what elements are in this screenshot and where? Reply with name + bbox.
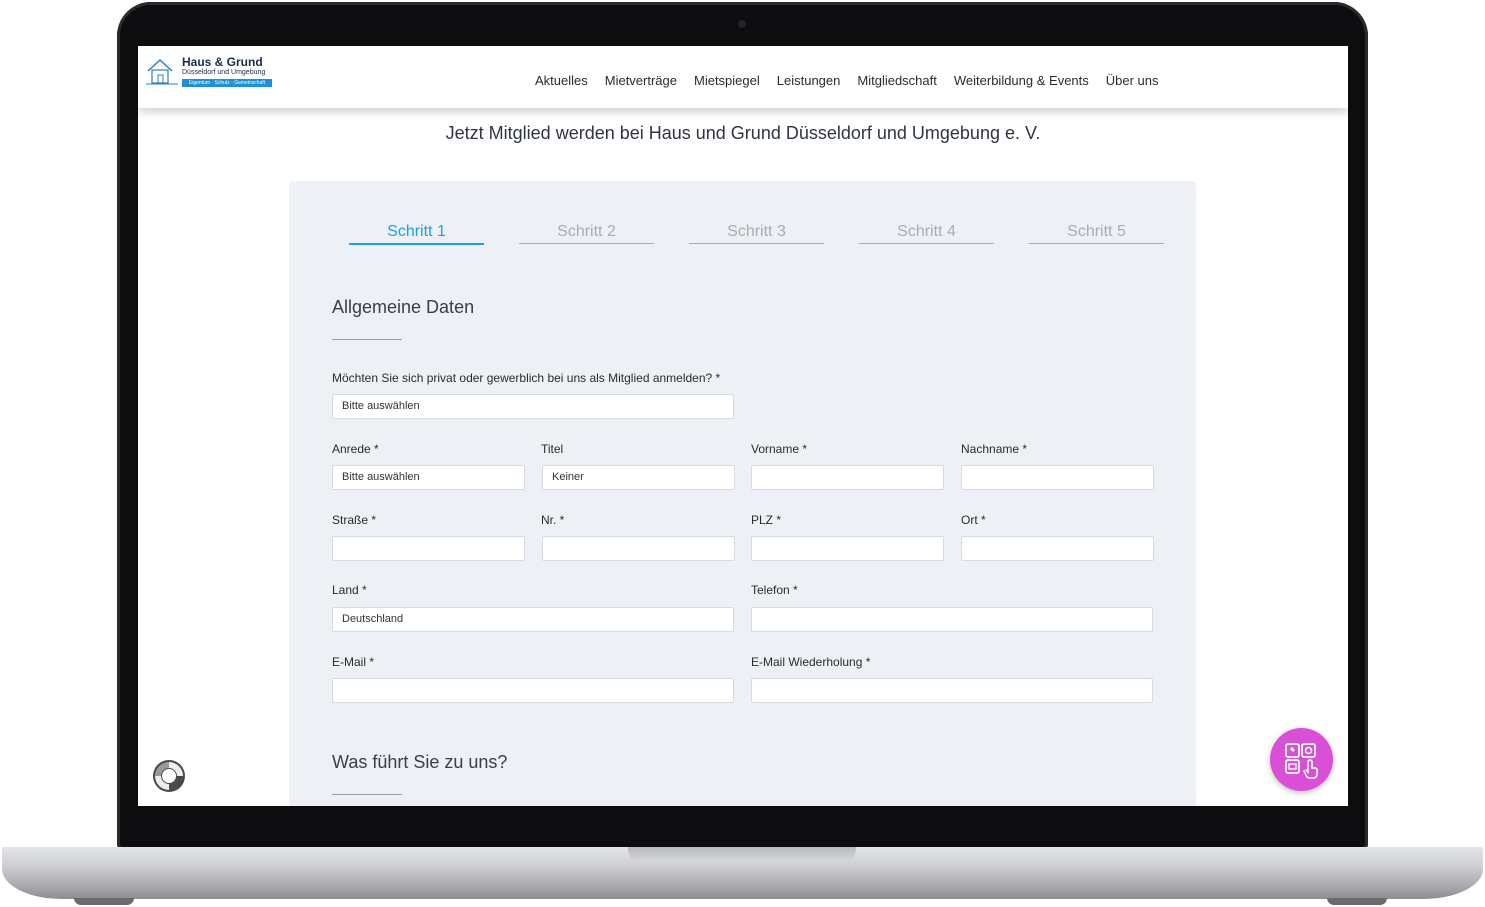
section-divider-2 bbox=[332, 794, 402, 795]
vorname-input[interactable] bbox=[751, 465, 944, 490]
contact-apps-button[interactable] bbox=[1270, 728, 1333, 791]
laptop-foot-left bbox=[74, 898, 134, 905]
strasse-input[interactable] bbox=[332, 536, 525, 561]
section-divider bbox=[332, 339, 402, 340]
ort-input[interactable] bbox=[961, 536, 1154, 561]
logo-title: Haus & Grund bbox=[182, 55, 263, 69]
site-header: Haus & Grund Düsseldorf und Umgebung Eig… bbox=[138, 46, 1348, 108]
email-input[interactable] bbox=[332, 678, 734, 703]
nav-mitgliedschaft[interactable]: Mitgliedschaft bbox=[857, 73, 936, 88]
ort-label: Ort * bbox=[961, 513, 986, 527]
nav-aktuelles[interactable]: Aktuelles bbox=[535, 73, 588, 88]
page-title: Jetzt Mitglied werden bei Haus und Grund… bbox=[445, 123, 1041, 143]
nav-mietvertraege[interactable]: Mietverträge bbox=[605, 73, 677, 88]
strasse-label: Straße * bbox=[332, 513, 377, 527]
email-repeat-label: E-Mail Wiederholung * bbox=[751, 655, 871, 669]
contact-apps-icon bbox=[1285, 743, 1318, 779]
vorname-label: Vorname * bbox=[751, 442, 808, 456]
membership-type-label: Möchten Sie sich privat oder gewerblich … bbox=[332, 371, 721, 385]
recaptcha-icon[interactable] bbox=[151, 758, 187, 799]
house-logo-icon bbox=[146, 58, 178, 85]
land-label: Land * bbox=[332, 583, 367, 597]
section-title-was-fuehrt-sie: Was führt Sie zu uns? bbox=[332, 752, 508, 772]
nr-label: Nr. * bbox=[541, 513, 565, 527]
nachname-input[interactable] bbox=[961, 465, 1154, 490]
step-1[interactable]: Schritt 1 bbox=[349, 223, 484, 245]
laptop-foot-right bbox=[1327, 898, 1387, 905]
logo[interactable]: Haus & Grund Düsseldorf und Umgebung Eig… bbox=[146, 55, 276, 91]
email-repeat-input[interactable] bbox=[751, 678, 1153, 703]
main-nav: Aktuelles Mietverträge Mietspiegel Leist… bbox=[535, 73, 1176, 88]
anrede-select[interactable]: Bitte auswählen bbox=[332, 465, 525, 490]
membership-form: Schritt 1 Schritt 2 Schritt 3 Schritt 4 … bbox=[289, 181, 1196, 806]
browser-screen: Haus & Grund Düsseldorf und Umgebung Eig… bbox=[138, 46, 1348, 806]
nav-mietspiegel[interactable]: Mietspiegel bbox=[694, 73, 760, 88]
step-2[interactable]: Schritt 2 bbox=[519, 223, 654, 244]
nachname-label: Nachname * bbox=[961, 442, 1028, 456]
titel-label: Titel bbox=[541, 442, 564, 456]
logo-subtitle: Düsseldorf und Umgebung bbox=[182, 69, 266, 76]
step-3[interactable]: Schritt 3 bbox=[689, 223, 824, 244]
titel-select[interactable]: Keiner bbox=[542, 465, 735, 490]
plz-input[interactable] bbox=[751, 536, 944, 561]
laptop-notch bbox=[628, 847, 856, 863]
logo-tagline: Eigentum · Schutz · Gemeinschaft bbox=[182, 79, 272, 87]
camera-dot bbox=[738, 20, 746, 28]
land-select[interactable]: Deutschland bbox=[332, 607, 734, 632]
telefon-input[interactable] bbox=[751, 607, 1153, 632]
nav-ueber-uns[interactable]: Über uns bbox=[1106, 73, 1159, 88]
nr-input[interactable] bbox=[542, 536, 735, 561]
step-4[interactable]: Schritt 4 bbox=[859, 223, 994, 244]
section-title-allgemeine-daten: Allgemeine Daten bbox=[332, 297, 475, 317]
email-label: E-Mail * bbox=[332, 655, 375, 669]
telefon-label: Telefon * bbox=[751, 583, 798, 597]
membership-type-select[interactable]: Bitte auswählen bbox=[332, 394, 734, 419]
step-5[interactable]: Schritt 5 bbox=[1029, 223, 1164, 244]
nav-weiterbildung-events[interactable]: Weiterbildung & Events bbox=[954, 73, 1089, 88]
nav-leistungen[interactable]: Leistungen bbox=[777, 73, 841, 88]
anrede-label: Anrede * bbox=[332, 442, 379, 456]
plz-label: PLZ * bbox=[751, 513, 782, 527]
